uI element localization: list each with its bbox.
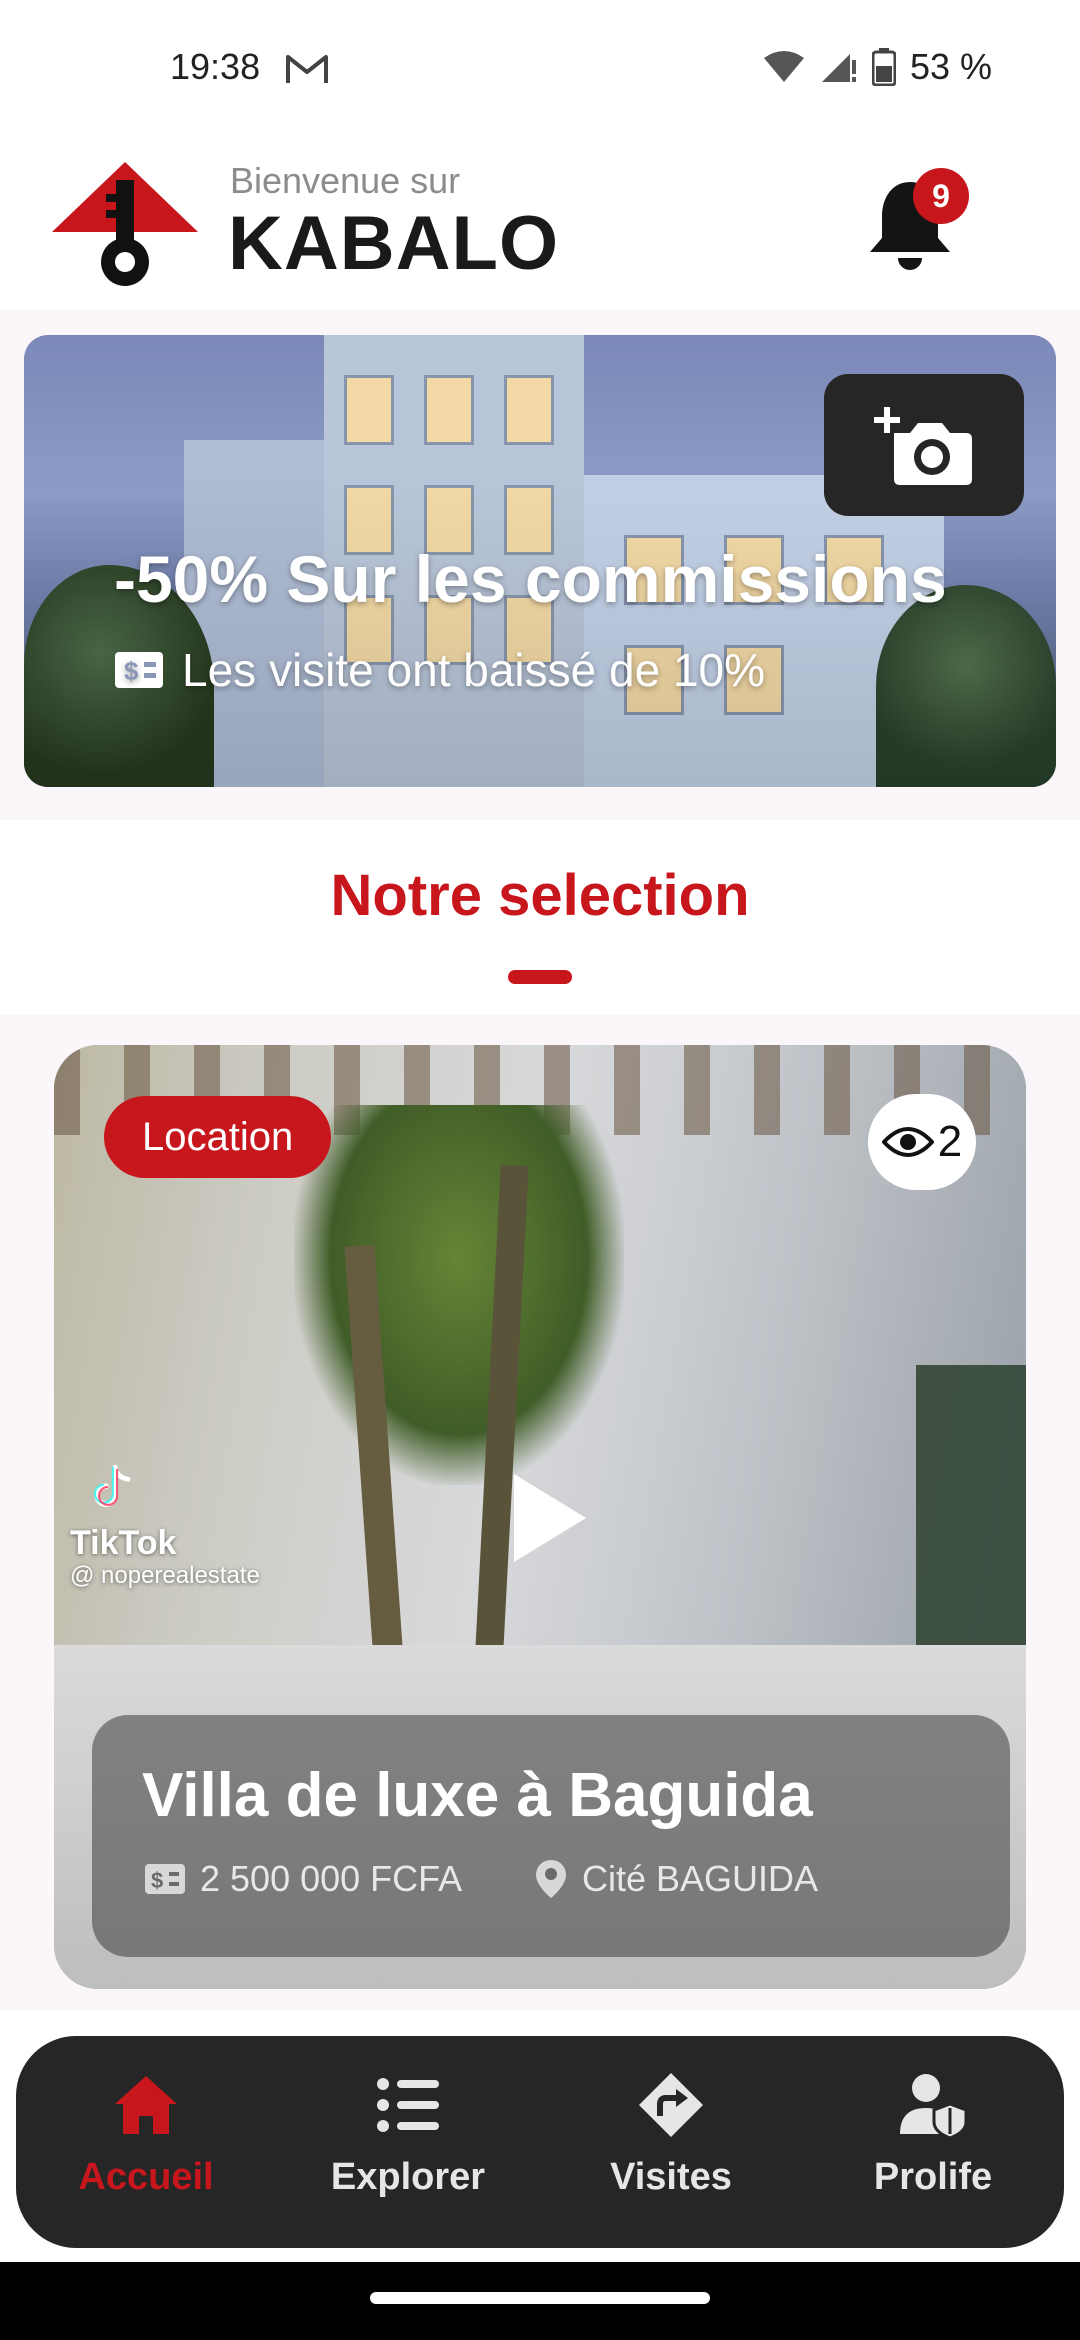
nav-item-visites[interactable]: Visites: [571, 2070, 771, 2220]
play-icon[interactable]: [510, 1470, 590, 1566]
notification-badge: 9: [913, 168, 969, 224]
kabalo-logo: [52, 162, 198, 286]
location-text: Cité BAGUIDA: [582, 1858, 819, 1899]
battery-icon: [871, 48, 896, 86]
battery-level: 53 %: [909, 46, 992, 87]
section-underline: [508, 970, 572, 984]
gmail-icon: [286, 55, 328, 83]
wifi-icon: [763, 51, 804, 82]
eye-icon: [881, 1127, 934, 1157]
banner-title: -50% Sur les commissions: [114, 542, 947, 616]
listing-location: Cité BAGUIDA: [534, 1858, 818, 1900]
status-indicators: 53 %: [762, 46, 992, 88]
location-pin-icon: [536, 1860, 566, 1898]
money-icon: $: [145, 1864, 185, 1894]
banner-subtitle-text: Les visite ont baissé de 10%: [182, 644, 766, 696]
nav-label: Accueil: [78, 2156, 214, 2198]
nav-label: Visites: [610, 2156, 732, 2198]
list-icon: [377, 2078, 439, 2132]
welcome-text: Bienvenue sur: [230, 160, 461, 201]
tiktok-watermark: TikTok: [70, 1524, 177, 1562]
svg-text:$: $: [124, 656, 139, 686]
section-title: Notre selection: [330, 863, 750, 928]
app-header: Bienvenue sur KABALO 9: [0, 140, 1080, 310]
views-counter: 2: [868, 1094, 976, 1190]
money-icon: $: [115, 652, 163, 688]
home-icon: [115, 2076, 177, 2134]
listing-type-badge: Location: [104, 1096, 332, 1178]
nav-item-accueil[interactable]: Accueil: [46, 2070, 246, 2220]
user-shield-icon: [900, 2074, 968, 2140]
price-text: 2 500 000 FCFA: [200, 1858, 463, 1899]
add-camera-icon: [874, 407, 972, 485]
brand-name: KABALO: [228, 201, 560, 286]
nav-item-explorer[interactable]: Explorer: [308, 2070, 508, 2220]
nav-item-prolife[interactable]: Prolife: [833, 2070, 1033, 2220]
status-bar: 19:38 53 %: [0, 0, 1080, 140]
tiktok-logo-icon: [93, 1464, 131, 1507]
signal-icon: [821, 54, 856, 82]
home-gesture-handle[interactable]: [370, 2292, 710, 2304]
tiktok-handle: @ noperealestate: [70, 1562, 260, 1589]
listing-info-panel: [92, 1715, 1010, 1957]
banner-subtitle: $ Les visite ont baissé de 10%: [114, 643, 765, 697]
directions-icon: [639, 2073, 703, 2137]
status-time: 19:38: [170, 46, 261, 87]
listing-price: $ 2 500 000 FCFA: [144, 1858, 462, 1900]
views-count: 2: [937, 1117, 963, 1166]
listing-title: Villa de luxe à Baguida: [142, 1761, 813, 1830]
nav-label: Explorer: [330, 2156, 486, 2198]
svg-text:$: $: [151, 1868, 163, 1893]
nav-label: Prolife: [873, 2156, 993, 2198]
add-photo-button[interactable]: [824, 374, 1024, 516]
selection-section: Notre selection: [0, 820, 1080, 1015]
